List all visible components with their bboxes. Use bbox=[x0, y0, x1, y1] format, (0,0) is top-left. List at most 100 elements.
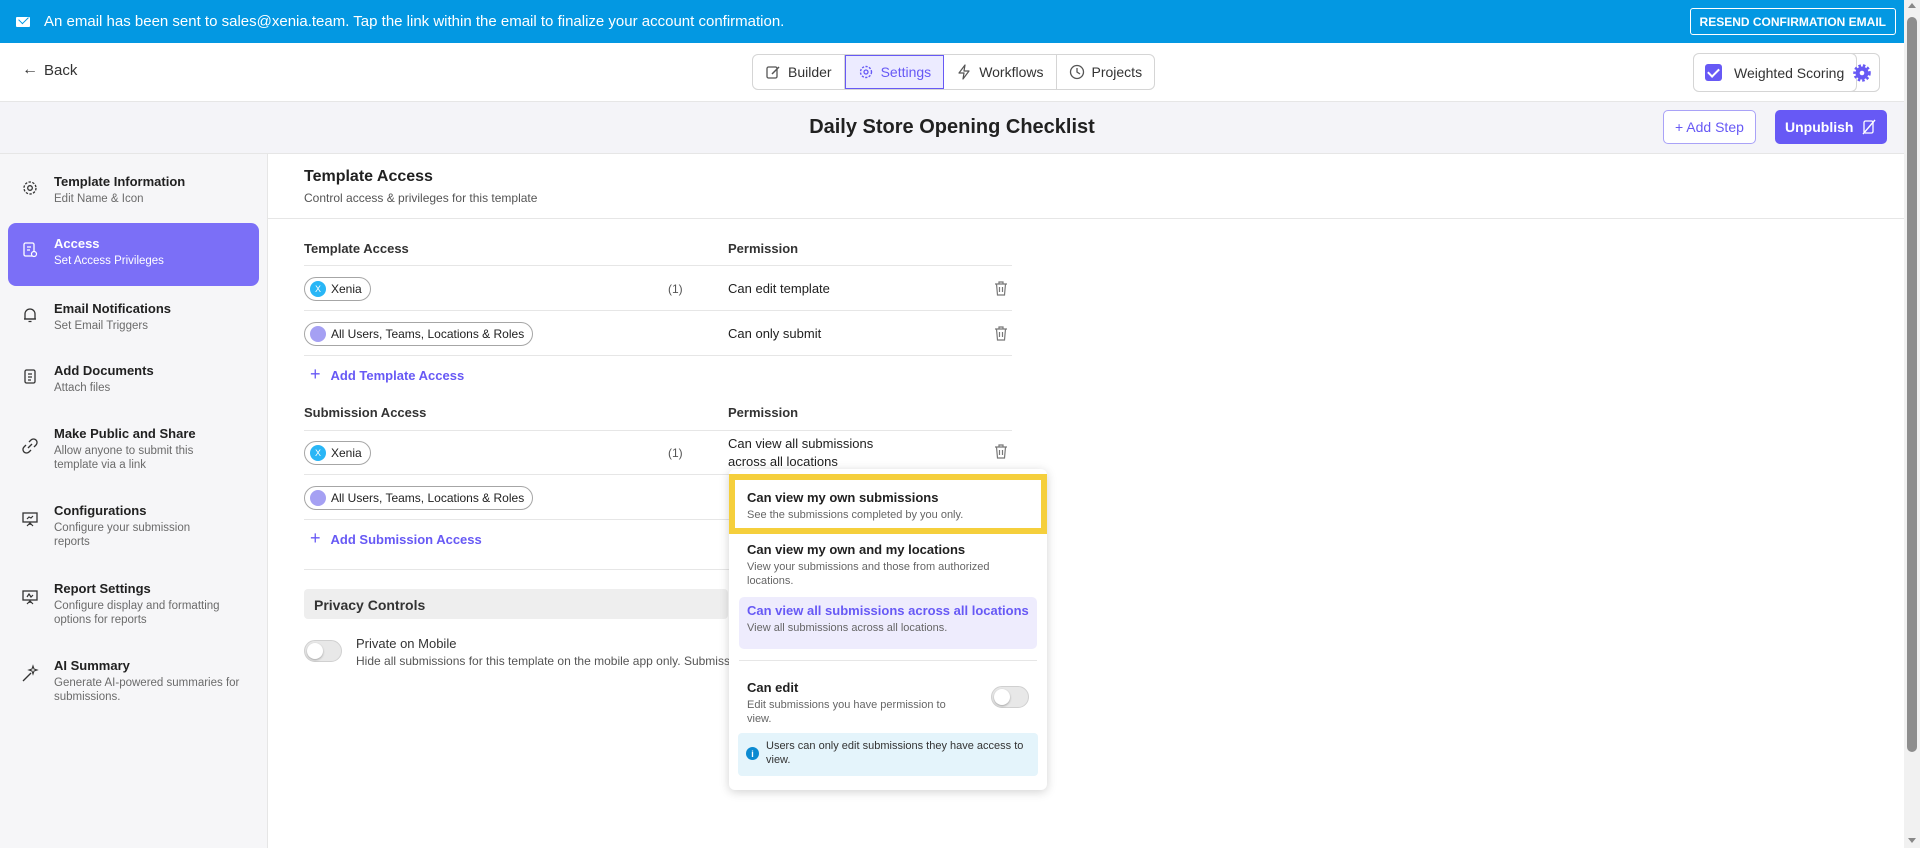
back-label: Back bbox=[44, 61, 78, 79]
chip-label: Xenia bbox=[331, 282, 362, 296]
gear-icon bbox=[20, 178, 40, 198]
can-edit-toggle[interactable] bbox=[991, 686, 1029, 708]
resend-confirmation-button[interactable]: RESEND CONFIRMATION EMAIL bbox=[1689, 8, 1896, 35]
sidebar-item-subtitle: Edit Name & Icon bbox=[54, 193, 144, 205]
weighted-scoring-settings-button[interactable] bbox=[1844, 53, 1880, 92]
option-description: View your submissions and those from aut… bbox=[747, 561, 990, 587]
documents-icon bbox=[20, 367, 40, 387]
info-icon: i bbox=[746, 747, 759, 760]
report-icon bbox=[20, 587, 40, 607]
access-chip-xenia[interactable]: X Xenia bbox=[304, 441, 371, 465]
sparkle-icon bbox=[20, 664, 40, 684]
sidebar-item-make-public[interactable]: Make Public and Share Allow anyone to sub… bbox=[8, 426, 259, 486]
avatar: X bbox=[310, 281, 326, 297]
highlight-box bbox=[729, 474, 1047, 534]
sidebar-item-subtitle: Attach files bbox=[54, 382, 111, 394]
clock-icon bbox=[1069, 64, 1084, 80]
page-scrollbar[interactable] bbox=[1904, 0, 1920, 848]
add-label: Add Template Access bbox=[330, 368, 465, 383]
tab-label: Builder bbox=[788, 64, 832, 80]
access-chip-all-users[interactable]: All Users, Teams, Locations & Roles bbox=[304, 486, 534, 510]
section-subheading: Control access & privileges for this tem… bbox=[304, 191, 538, 205]
top-bar: ← Back Builder Settings Workflows Projec… bbox=[0, 43, 1920, 102]
sidebar-item-subtitle: Set Email Triggers bbox=[54, 320, 148, 332]
add-submission-access-button[interactable]: + Add Submission Access bbox=[310, 528, 482, 549]
submission-access-column-header: Submission Access bbox=[304, 405, 427, 420]
edit-off-icon bbox=[1862, 119, 1876, 135]
permission-column-header: Permission bbox=[728, 241, 799, 256]
access-chip-xenia[interactable]: X Xenia bbox=[304, 277, 371, 301]
permission-select[interactable]: Can view all submissions across all loca… bbox=[728, 435, 888, 471]
private-on-mobile-title: Private on Mobile bbox=[356, 636, 457, 651]
sidebar-item-access[interactable]: Access Set Access Privileges bbox=[8, 223, 259, 286]
plus-icon: + bbox=[310, 528, 321, 548]
permission-select[interactable]: Can edit template bbox=[728, 280, 830, 298]
option-title: Can view my own and my locations bbox=[747, 542, 966, 557]
plus-icon: + bbox=[310, 364, 321, 384]
sidebar-item-subtitle: Generate AI-powered summaries for submis… bbox=[54, 677, 240, 703]
sidebar-item-subtitle: Configure display and formatting options… bbox=[54, 600, 220, 626]
unpublish-button[interactable]: Unpublish bbox=[1775, 110, 1888, 144]
avatar: X bbox=[310, 445, 326, 461]
sidebar-item-template-information[interactable]: Template Information Edit Name & Icon bbox=[8, 174, 259, 218]
sidebar-item-ai-summary[interactable]: AI Summary Generate AI-powered summaries … bbox=[8, 658, 259, 718]
divider bbox=[304, 430, 1012, 431]
member-count: (1) bbox=[668, 282, 683, 296]
sidebar-item-subtitle: Allow anyone to submit this template via… bbox=[54, 445, 194, 471]
permission-column-header: Permission bbox=[728, 405, 799, 420]
tab-workflows[interactable]: Workflows bbox=[944, 55, 1057, 89]
pencil-icon bbox=[766, 66, 780, 79]
settings-sidebar: Template Information Edit Name & Icon Acc… bbox=[0, 154, 268, 848]
arrow-left-icon: ← bbox=[22, 61, 38, 78]
trash-icon[interactable] bbox=[993, 443, 1009, 460]
tab-label: Workflows bbox=[979, 64, 1044, 80]
bolt-icon bbox=[958, 64, 970, 80]
add-step-button[interactable]: + Add Step bbox=[1663, 110, 1756, 144]
add-template-access-button[interactable]: + Add Template Access bbox=[310, 364, 465, 385]
section-heading: Template Access bbox=[304, 168, 433, 185]
divider bbox=[304, 310, 1012, 311]
trash-icon[interactable] bbox=[993, 280, 1009, 297]
permission-select[interactable]: Can only submit bbox=[728, 325, 821, 343]
sidebar-item-title: Email Notifications bbox=[54, 301, 172, 316]
scrollbar-thumb[interactable] bbox=[1907, 17, 1917, 752]
sidebar-item-add-documents[interactable]: Add Documents Attach files bbox=[8, 363, 259, 407]
tab-projects[interactable]: Projects bbox=[1057, 55, 1155, 89]
view-tabs: Builder Settings Workflows Projects bbox=[752, 54, 1156, 90]
chip-label: Xenia bbox=[331, 446, 362, 460]
sidebar-item-title: AI Summary bbox=[54, 658, 130, 673]
trash-icon[interactable] bbox=[993, 325, 1009, 342]
can-edit-option: Can edit Edit submissions you have permi… bbox=[739, 674, 969, 732]
sidebar-item-title: Report Settings bbox=[54, 581, 151, 596]
presentation-icon bbox=[20, 509, 40, 529]
sidebar-item-report-settings[interactable]: Report Settings Configure display and for… bbox=[8, 581, 259, 641]
group-icon bbox=[310, 490, 326, 506]
tab-label: Settings bbox=[880, 64, 932, 80]
sidebar-item-title: Make Public and Share bbox=[54, 426, 196, 441]
scroll-down-icon[interactable] bbox=[1908, 838, 1916, 843]
member-count: (1) bbox=[668, 446, 683, 460]
confirmation-banner: An email has been sent to sales@xenia.te… bbox=[0, 0, 1920, 43]
tab-settings[interactable]: Settings bbox=[844, 55, 945, 89]
divider bbox=[304, 265, 1012, 266]
bell-icon bbox=[20, 305, 40, 325]
sidebar-item-configurations[interactable]: Configurations Configure your submission … bbox=[8, 503, 259, 563]
checkbox-checked-icon[interactable] bbox=[1705, 64, 1722, 81]
group-icon bbox=[310, 326, 326, 342]
option-title: Can view all submissions across all loca… bbox=[747, 603, 1029, 618]
weighted-scoring-label: Weighted Scoring bbox=[1734, 64, 1845, 81]
divider bbox=[304, 355, 1012, 356]
can-edit-description: Edit submissions you have permission to … bbox=[747, 699, 946, 725]
tab-label: Projects bbox=[1091, 64, 1143, 80]
weighted-scoring-toggle[interactable]: Weighted Scoring bbox=[1693, 53, 1858, 92]
tab-builder[interactable]: Builder bbox=[753, 55, 845, 89]
divider bbox=[739, 660, 1037, 661]
sidebar-item-email-notifications[interactable]: Email Notifications Set Email Triggers bbox=[8, 301, 259, 345]
back-button[interactable]: ← Back bbox=[22, 61, 77, 79]
scroll-up-icon[interactable] bbox=[1908, 3, 1916, 8]
private-on-mobile-toggle[interactable] bbox=[304, 640, 342, 662]
access-chip-all-users[interactable]: All Users, Teams, Locations & Roles bbox=[304, 322, 534, 346]
option-view-own-and-locations[interactable]: Can view my own and my locations View yo… bbox=[739, 536, 1037, 594]
sidebar-item-title: Configurations bbox=[54, 503, 147, 518]
option-view-all[interactable]: Can view all submissions across all loca… bbox=[739, 597, 1037, 649]
